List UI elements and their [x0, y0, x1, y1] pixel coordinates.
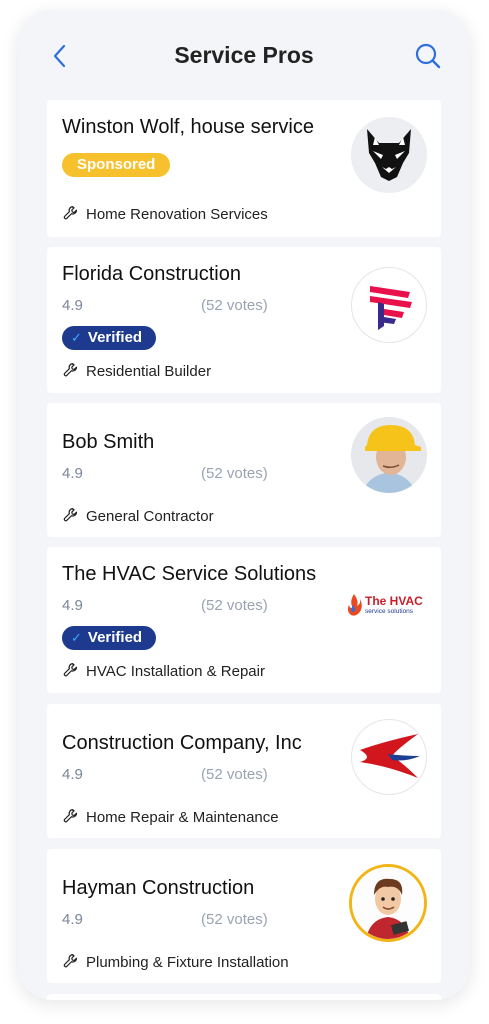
rating-value: 4.9: [62, 766, 83, 783]
rating-value: 4.9: [62, 911, 83, 928]
pro-card-bob-smith[interactable]: Bob Smith 4.9 (52 votes) General Contrac…: [47, 403, 441, 537]
header: Service Pros: [18, 10, 470, 100]
pro-name: Construction Company, Inc: [62, 732, 302, 754]
cartoon-avatar: [349, 864, 427, 942]
wrench-icon: [63, 663, 78, 677]
category-label: Home Repair & Maintenance: [86, 809, 279, 826]
verified-check-icon: ✓: [71, 630, 82, 645]
rating-value: 4.9: [62, 597, 83, 614]
pro-category: Home Repair & Maintenance: [62, 807, 279, 826]
pro-name: The HVAC Service Solutions: [62, 563, 317, 585]
pro-category: General Contractor: [62, 506, 214, 525]
verified-badge: ✓ Verified: [62, 326, 157, 350]
pro-name: Hayman Construction: [62, 877, 255, 899]
rating-value: 4.9: [62, 297, 83, 314]
pro-card-florida-construction[interactable]: Florida Construction 4.9 (52 votes) ✓ Ver…: [47, 247, 441, 393]
sponsored-badge: Sponsored: [62, 153, 171, 177]
vote-count: (52 votes): [201, 597, 268, 614]
category-label: HVAC Installation & Repair: [86, 663, 265, 680]
rating-value: 4.9: [62, 465, 83, 482]
pro-card-hvac-service-solutions[interactable]: The HVAC Service Solutions 4.9 (52 votes…: [47, 547, 441, 693]
pro-category: Plumbing & Fixture Installation: [62, 952, 289, 971]
search-icon: [415, 43, 441, 69]
page-title: Service Pros: [174, 42, 314, 68]
vote-count: (52 votes): [201, 465, 268, 482]
pro-name: Bob Smith: [62, 431, 155, 453]
worker-photo: [351, 417, 427, 493]
category-label: General Contractor: [86, 508, 214, 525]
pro-card-winston-wolf[interactable]: Winston Wolf, house service Sponsored Ho…: [47, 100, 441, 237]
wrench-icon: [63, 508, 78, 522]
category-label: Residential Builder: [86, 363, 212, 380]
swallow-logo: [351, 719, 427, 795]
pro-card-next[interactable]: [47, 994, 441, 1000]
verified-badge: ✓ Verified: [62, 626, 157, 650]
wrench-icon: [63, 363, 78, 377]
wrench-icon: [63, 206, 78, 220]
category-label: Plumbing & Fixture Installation: [86, 954, 289, 971]
pro-card-hayman-construction[interactable]: Hayman Construction 4.9 (52 votes) Plumb…: [47, 849, 441, 983]
pro-category: Home Renovation Services: [62, 204, 268, 223]
pro-name: Florida Construction: [62, 263, 241, 285]
hvac-logo: The HVAC service solutions: [345, 593, 427, 619]
pro-category: HVAC Installation & Repair: [62, 661, 265, 680]
wolf-logo: [351, 117, 427, 193]
category-label: Home Renovation Services: [86, 206, 268, 223]
pro-category: Residential Builder: [62, 361, 211, 380]
pro-name: Winston Wolf, house service: [62, 116, 314, 138]
vote-count: (52 votes): [201, 766, 268, 783]
hvac-logo-text: The HVAC: [365, 594, 423, 608]
vote-count: (52 votes): [201, 297, 268, 314]
hvac-logo-subtext: service solutions: [365, 608, 414, 615]
phone-frame: Service Pros Winston Wolf, house service…: [18, 10, 470, 1000]
verified-check-icon: ✓: [71, 330, 82, 345]
wrench-icon: [63, 809, 78, 823]
flame-icon: [347, 594, 362, 616]
pro-card-construction-company[interactable]: Construction Company, Inc 4.9 (52 votes)…: [47, 704, 441, 838]
search-button[interactable]: [414, 42, 442, 70]
wrench-icon: [63, 954, 78, 968]
latam-f-logo: [351, 267, 427, 343]
vote-count: (52 votes): [201, 911, 268, 928]
